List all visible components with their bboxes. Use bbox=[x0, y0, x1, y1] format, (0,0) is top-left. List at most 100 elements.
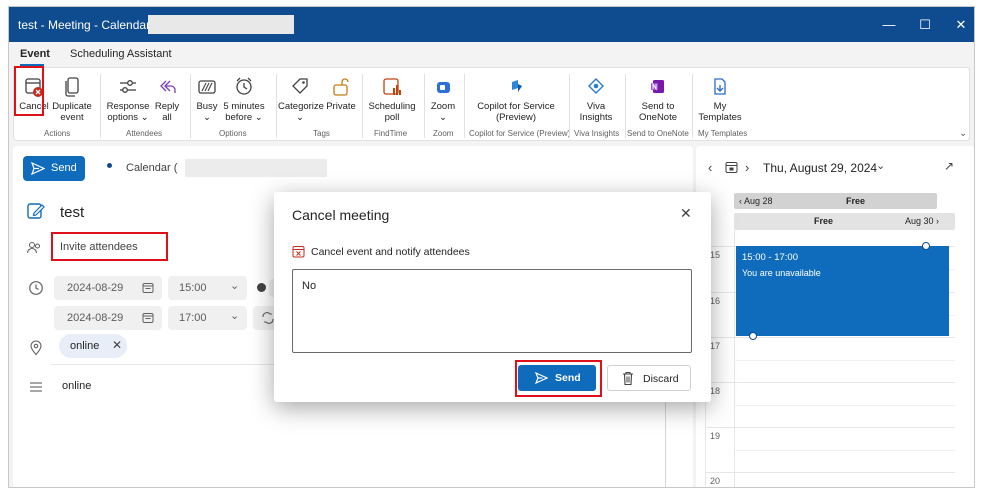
viva-insights-icon bbox=[588, 78, 604, 94]
private-label: Private bbox=[326, 101, 356, 112]
discard-button[interactable]: Discard bbox=[607, 365, 691, 391]
prev-day-text: Aug 28 bbox=[744, 196, 773, 206]
group-attendees: Attendees bbox=[126, 129, 163, 138]
group-tags: Tags bbox=[313, 129, 330, 138]
tab-event[interactable]: Event bbox=[20, 48, 50, 60]
zoom-button[interactable]: Zoom ⌄ bbox=[428, 76, 458, 123]
window-title: test - Meeting - Calendar - bbox=[18, 18, 158, 32]
copilot-icon bbox=[512, 80, 522, 92]
next-day-text: Aug 30 bbox=[905, 216, 934, 226]
calendar-date-label[interactable]: Thu, August 29, 2024 bbox=[763, 161, 877, 175]
templates-icon bbox=[714, 78, 726, 95]
lock-icon bbox=[333, 78, 349, 96]
reply-all-button[interactable]: Reply all bbox=[152, 76, 182, 123]
calendar-event-block[interactable]: 15:00 - 17:00 You are unavailable bbox=[736, 242, 949, 340]
group-copilot: Copilot for Service (Preview) bbox=[469, 129, 571, 138]
scrollbar-track[interactable] bbox=[665, 396, 666, 487]
response-options-button[interactable]: Response options ⌄ bbox=[106, 76, 150, 123]
templates-label-2: Templates bbox=[698, 112, 742, 123]
group-findtime: FindTime bbox=[374, 129, 408, 138]
private-button[interactable]: Private bbox=[324, 76, 358, 112]
busy-label-1: Busy bbox=[196, 101, 218, 112]
event-title[interactable]: test bbox=[60, 204, 84, 221]
duplicate-event-button[interactable]: Duplicate event bbox=[49, 76, 95, 123]
categorize-button[interactable]: Categorize ⌄ bbox=[278, 76, 324, 123]
calendar-selector[interactable]: Calendar ( bbox=[126, 162, 177, 174]
group-zoom: Zoom bbox=[433, 129, 454, 138]
my-templates-button[interactable]: My Templates bbox=[698, 76, 742, 123]
close-icon[interactable]: ✕ bbox=[951, 15, 971, 35]
zoom-label-2: ⌄ bbox=[439, 112, 447, 123]
half-hour-line bbox=[734, 405, 955, 406]
copilot-for-service-button[interactable]: Copilot for Service (Preview) bbox=[468, 76, 564, 123]
hour-label: 15 bbox=[710, 250, 721, 260]
start-time-field[interactable]: 15:00 ⌄ bbox=[168, 276, 247, 300]
highlight-box-attendees bbox=[51, 232, 168, 261]
ribbon-expand-chevron-icon[interactable]: ⌄ bbox=[959, 128, 967, 139]
dialog-title: Cancel meeting bbox=[292, 207, 390, 223]
start-time-value: 15:00 bbox=[179, 282, 207, 294]
start-date-value: 2024-08-29 bbox=[67, 282, 124, 294]
group-templates: My Templates bbox=[698, 129, 748, 138]
send-to-onenote-button[interactable]: Send to OneNote bbox=[630, 76, 686, 123]
location-chip-label: online bbox=[70, 340, 100, 352]
minimize-icon[interactable]: — bbox=[879, 15, 899, 35]
date-picker-icon[interactable] bbox=[142, 312, 154, 324]
today-calendar-icon[interactable] bbox=[725, 161, 738, 174]
dialog-close-icon[interactable]: ✕ bbox=[680, 205, 692, 222]
next-day-label: Aug 30 › bbox=[905, 216, 940, 226]
calendar-panel: ‹ › Thu, August 29, 2024 ⌄ ↗ ‹ Aug 28 Fr… bbox=[696, 146, 974, 487]
reply-all-icon bbox=[160, 80, 176, 93]
hour-label: 20 bbox=[710, 476, 721, 486]
prev-day-icon[interactable]: ‹ bbox=[708, 160, 712, 175]
tab-scheduling-assistant[interactable]: Scheduling Assistant bbox=[70, 48, 172, 60]
reply-label-2: all bbox=[162, 112, 172, 123]
scheduling-poll-button[interactable]: Scheduling poll bbox=[366, 76, 418, 123]
ribbon-separator bbox=[190, 74, 191, 138]
onenote-label-1: Send to bbox=[641, 101, 675, 112]
prev-day-label: ‹ Aug 28 bbox=[739, 196, 773, 206]
ribbon-tabs: Event Scheduling Assistant bbox=[9, 42, 974, 67]
expand-panel-icon[interactable]: ↗ bbox=[944, 159, 954, 173]
event-body[interactable]: online bbox=[62, 380, 91, 392]
categorize-label-2: ⌄ bbox=[296, 112, 304, 123]
event-time-text: 15:00 - 17:00 bbox=[742, 252, 798, 263]
current-day-status-bar[interactable]: Free Aug 30 › bbox=[734, 213, 955, 230]
ribbon-separator bbox=[625, 74, 626, 138]
zoom-camera-icon bbox=[437, 82, 450, 93]
date-dropdown-chevron-icon[interactable]: ⌄ bbox=[876, 159, 885, 172]
repeat-icon bbox=[262, 312, 274, 324]
resize-handle-bottom[interactable] bbox=[749, 332, 757, 340]
duplicate-label-2: event bbox=[60, 112, 84, 123]
reply-label-1: Reply bbox=[154, 101, 180, 112]
location-chip[interactable]: online ✕ bbox=[59, 334, 127, 358]
clock-icon bbox=[29, 281, 43, 295]
send-button[interactable]: Send bbox=[23, 156, 85, 181]
reminder-label-1: 5 minutes bbox=[223, 101, 265, 112]
busy-label-2: ⌄ bbox=[203, 112, 211, 123]
end-time-field[interactable]: 17:00 ⌄ bbox=[168, 306, 247, 330]
prev-day-status-bar[interactable]: ‹ Aug 28 Free bbox=[734, 193, 937, 209]
half-hour-line bbox=[734, 450, 955, 451]
viva-insights-button[interactable]: Viva Insights bbox=[574, 76, 618, 123]
send-label: Send bbox=[51, 162, 77, 174]
date-picker-icon[interactable] bbox=[142, 282, 154, 294]
hour-line bbox=[705, 427, 955, 428]
next-day-icon[interactable]: › bbox=[745, 160, 749, 175]
response-label-1: Response bbox=[106, 101, 150, 112]
calendar-color-dot bbox=[107, 163, 112, 168]
ribbon-separator bbox=[276, 74, 277, 138]
all-day-toggle[interactable] bbox=[257, 283, 266, 292]
group-viva: Viva Insights bbox=[574, 129, 620, 138]
send-icon bbox=[31, 162, 45, 175]
cancel-message-textarea[interactable]: No bbox=[292, 269, 692, 353]
end-date-field[interactable]: 2024-08-29 bbox=[54, 306, 162, 330]
cancel-meeting-dialog: Cancel meeting ✕ Cancel event and notify… bbox=[274, 192, 711, 402]
scheduling-label-2: poll bbox=[384, 112, 400, 123]
reminder-button[interactable]: 5 minutes before ⌄ bbox=[220, 76, 268, 123]
show-as-busy-button[interactable]: Busy ⌄ bbox=[194, 76, 220, 123]
start-date-field[interactable]: 2024-08-29 bbox=[54, 276, 162, 300]
remove-location-icon[interactable]: ✕ bbox=[112, 338, 122, 352]
resize-handle-top[interactable] bbox=[922, 242, 930, 250]
maximize-icon[interactable]: ☐ bbox=[915, 15, 935, 35]
